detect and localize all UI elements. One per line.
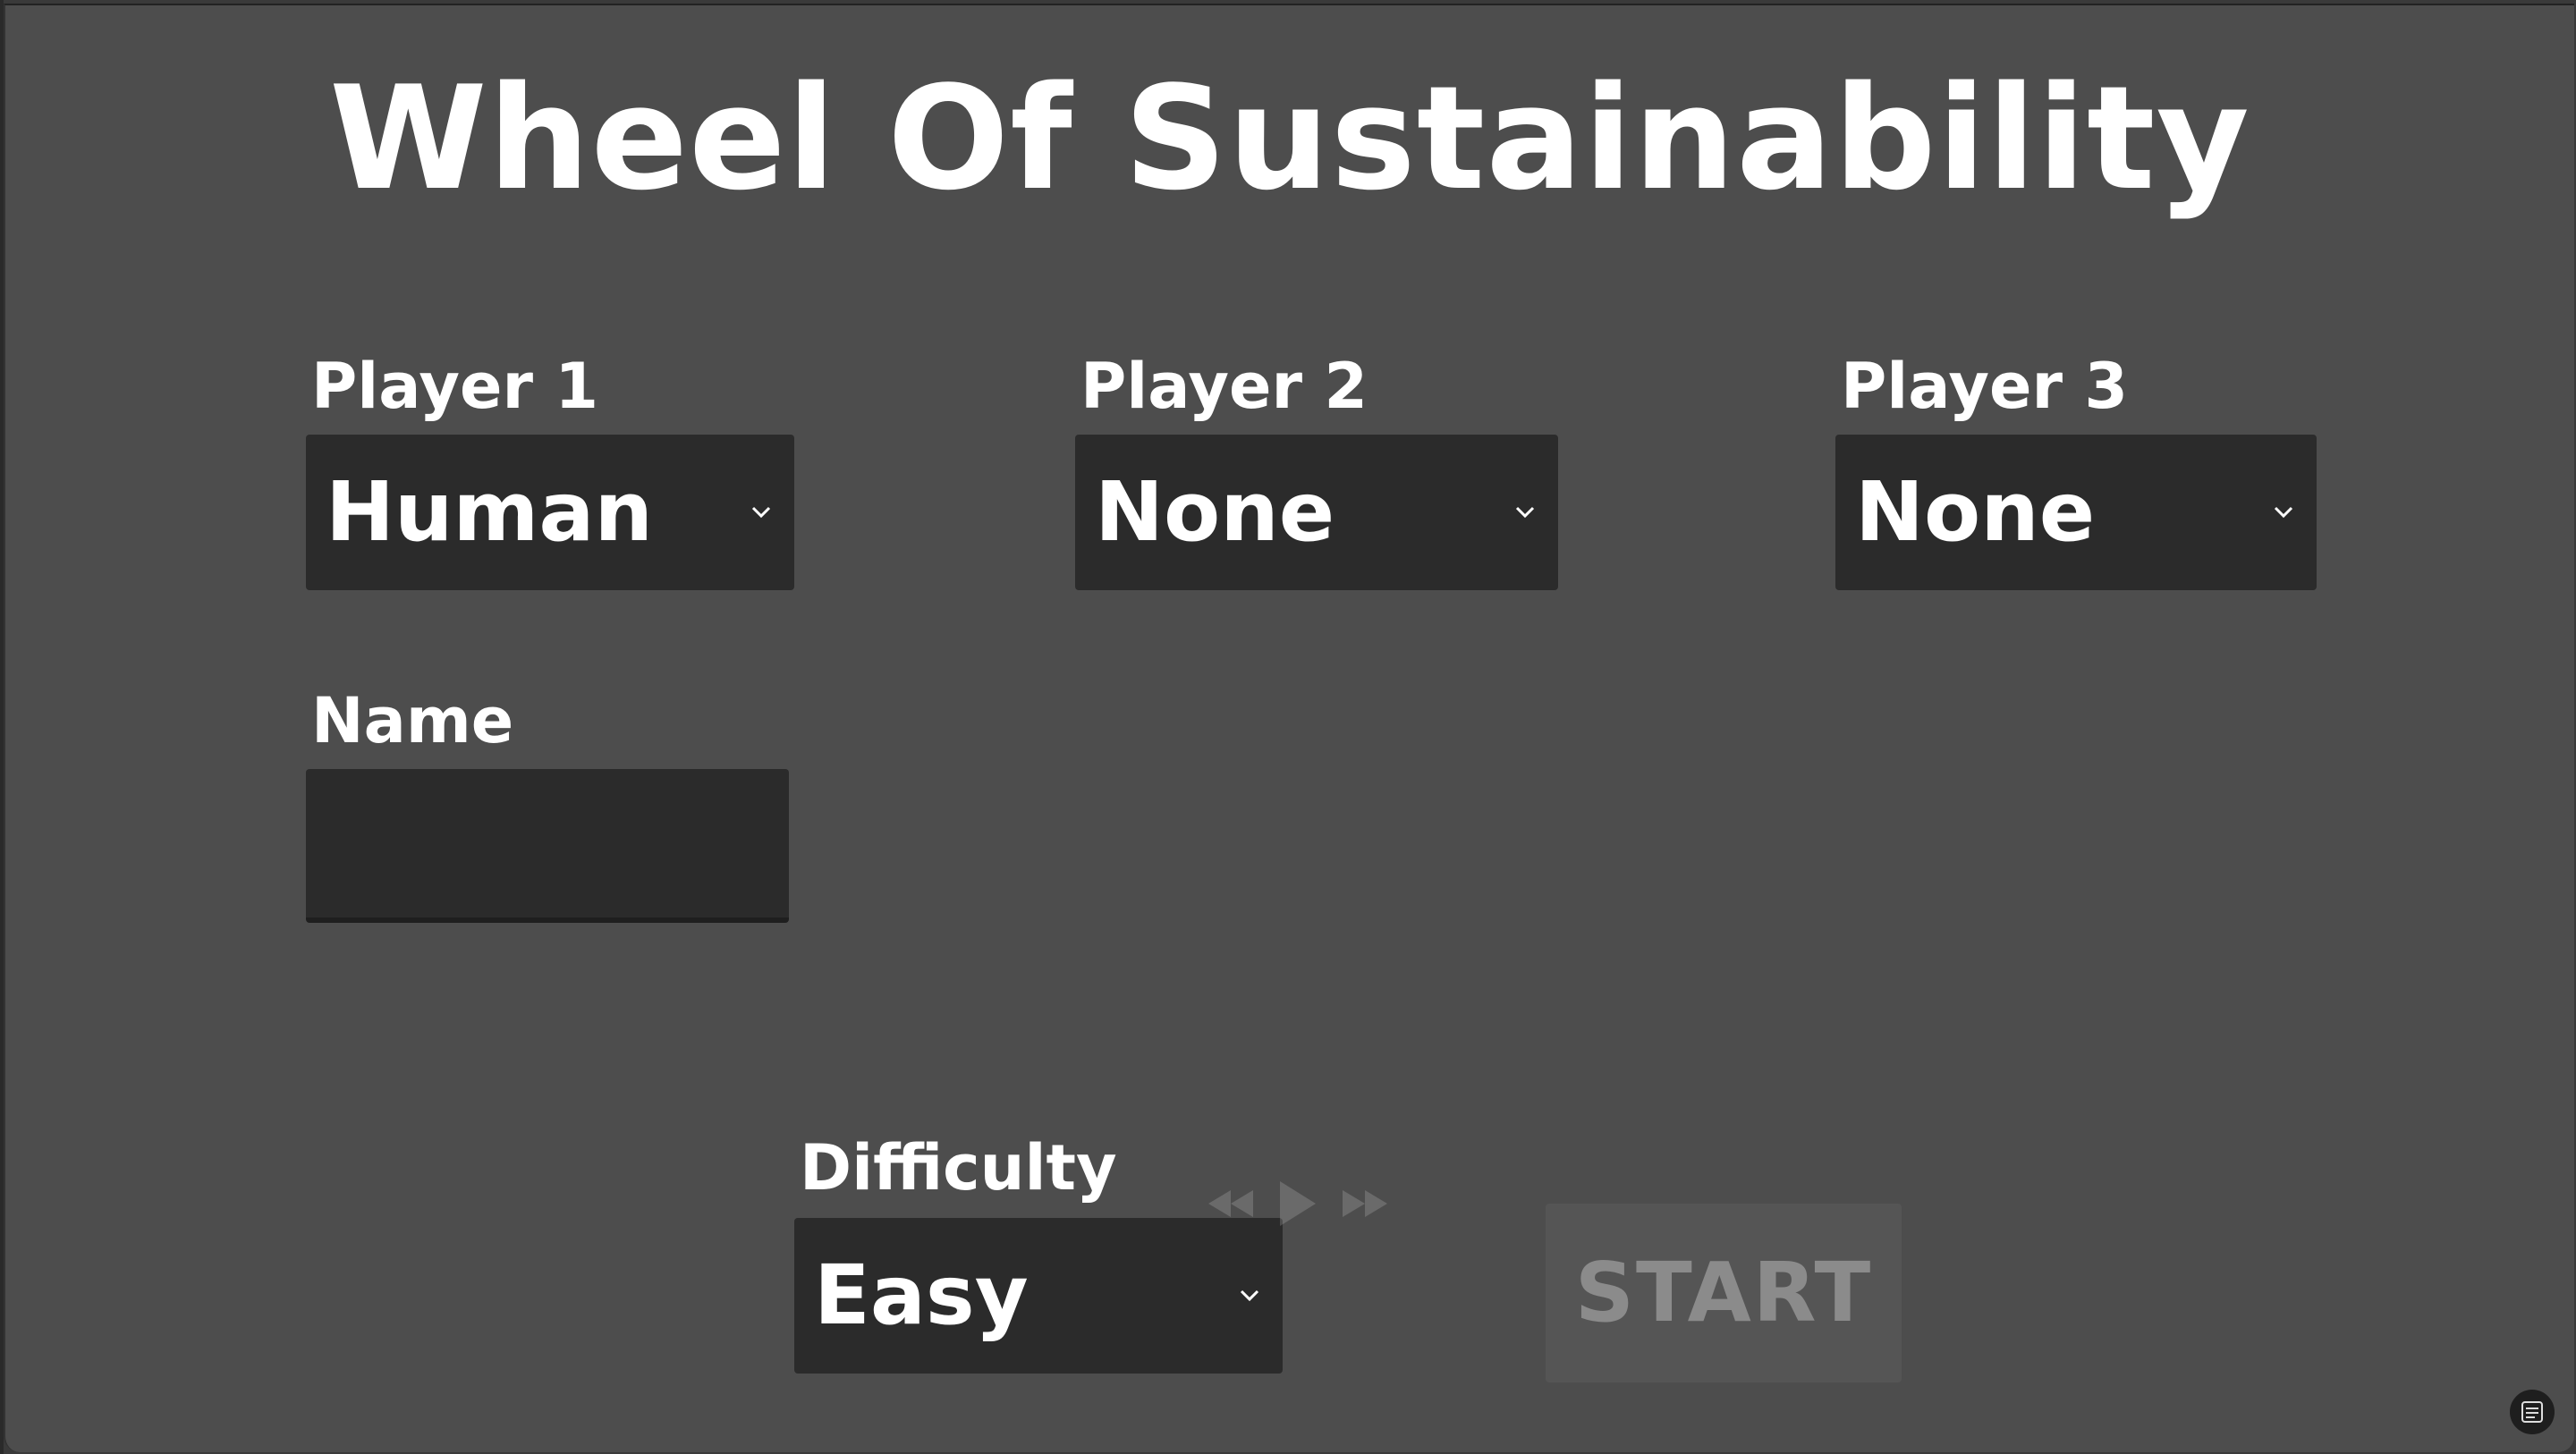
chevron-down-icon xyxy=(751,506,771,519)
name-label: Name xyxy=(311,684,514,757)
player-2-label: Player 2 xyxy=(1080,350,1368,423)
difficulty-selected-value: Easy xyxy=(814,1247,1029,1343)
player-2-select[interactable]: None xyxy=(1075,435,1558,590)
chevron-down-icon xyxy=(2274,506,2293,519)
difficulty-label: Difficulty xyxy=(800,1131,1117,1205)
player-1-select[interactable]: Human xyxy=(306,435,794,590)
rewind-icon xyxy=(1208,1190,1253,1217)
player-3-selected-value: None xyxy=(1855,464,2096,560)
player-2-selected-value: None xyxy=(1095,464,1335,560)
play-icon xyxy=(1280,1181,1316,1226)
player-3-label: Player 3 xyxy=(1841,350,2129,423)
text-recognition-glyph xyxy=(2521,1401,2543,1423)
name-input[interactable] xyxy=(306,769,789,923)
player-3-select[interactable]: None xyxy=(1835,435,2317,590)
start-button[interactable]: START xyxy=(1546,1204,1902,1382)
game-setup-window: Wheel Of Sustainability Player 1 Human P… xyxy=(4,4,2574,1452)
text-recognition-icon[interactable] xyxy=(2510,1390,2555,1434)
page-title: Wheel Of Sustainability xyxy=(329,55,2250,222)
player-1-selected-value: Human xyxy=(326,464,653,560)
fast-forward-icon xyxy=(1343,1190,1387,1217)
chevron-down-icon xyxy=(1515,506,1535,519)
player-1-label: Player 1 xyxy=(311,350,599,423)
